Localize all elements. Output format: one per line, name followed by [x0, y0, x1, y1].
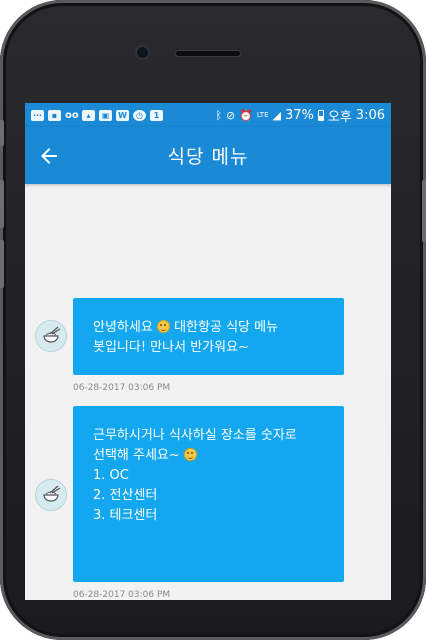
screen: ··· ▪ oo ▴ ▣ W ◷ 1 ᛒ ⊘ ⏰ LTE ◢ 37% 오후 3:… — [25, 103, 391, 600]
word-icon: W — [116, 109, 129, 121]
chat-area[interactable]: 안녕하세요 대한항공 식당 메뉴 봇입니다! 만나서 반가워요~ 06-28-2… — [25, 184, 391, 600]
earpiece-speaker — [176, 51, 240, 56]
status-bar: ··· ▪ oo ▴ ▣ W ◷ 1 ᛒ ⊘ ⏰ LTE ◢ 37% 오후 3:… — [25, 103, 391, 127]
back-arrow-icon[interactable] — [37, 144, 61, 168]
bluetooth-icon: ᛒ — [215, 108, 222, 122]
option-computer-center: 2. 전산센터 — [93, 488, 158, 503]
page-title: 식당 메뉴 — [167, 146, 249, 168]
grin-emoji-icon — [183, 448, 197, 461]
volume-down-button — [0, 240, 4, 288]
lte-icon: LTE — [256, 110, 269, 119]
mute-icon: ⊘ — [225, 108, 236, 122]
message-line: 근무하시거나 식사하실 장소를 숫자로 — [93, 428, 297, 443]
rice-bowl-icon — [43, 485, 61, 502]
notification-icon: 1 — [150, 109, 163, 121]
clock: 3:06 — [355, 107, 385, 123]
message-line: 봇입니다! 만나서 반가워요~ — [93, 340, 249, 355]
message-timestamp: 06-28-2017 03:06 PM — [73, 383, 171, 393]
notification-icons: ··· ▪ oo ▴ ▣ W ◷ 1 — [31, 109, 163, 121]
rice-bowl-icon — [43, 326, 61, 343]
image-icon: ▴ — [82, 109, 95, 121]
volume-up-button — [0, 180, 4, 228]
battery-percent: 37% — [284, 107, 314, 123]
power-button — [422, 180, 426, 242]
bot-avatar — [35, 479, 67, 511]
time-period: 오후 — [327, 109, 352, 125]
system-status: ᛒ ⊘ ⏰ LTE ◢ 37% 오후 3:06 — [215, 106, 385, 125]
smile-emoji-icon — [156, 320, 170, 333]
signal-icon: ◢ — [272, 108, 281, 122]
phone-frame: ··· ▪ oo ▴ ▣ W ◷ 1 ᛒ ⊘ ⏰ LTE ◢ 37% 오후 3:… — [0, 0, 426, 640]
mute-switch — [0, 120, 4, 146]
message-timestamp: 06-28-2017 03:06 PM — [73, 590, 171, 600]
store-icon: ▣ — [99, 109, 112, 121]
app-badge-icon: ▪ — [48, 109, 61, 121]
chat-icon: ··· — [31, 109, 44, 121]
alarm-icon: ◷ — [133, 109, 146, 121]
bot-avatar — [35, 320, 67, 352]
battery-icon — [317, 109, 324, 121]
message-bubble: 근무하시거나 식사하실 장소를 숫자로 선택해 주세요~ 1. OC 2. 전산… — [73, 406, 344, 582]
message-bubble: 안녕하세요 대한항공 식당 메뉴 봇입니다! 만나서 반가워요~ — [73, 298, 344, 375]
message-line: 안녕하세요 대한항공 식당 메뉴 — [93, 320, 279, 335]
app-bar: 식당 메뉴 — [25, 127, 391, 184]
option-tech-center: 3. 테크센터 — [93, 508, 158, 523]
alarm-clock-icon: ⏰ — [239, 108, 253, 122]
option-oc: 1. OC — [93, 468, 129, 483]
message-line: 선택해 주세요~ — [93, 446, 330, 466]
front-camera — [137, 47, 148, 58]
binoculars-icon: oo — [65, 109, 79, 121]
